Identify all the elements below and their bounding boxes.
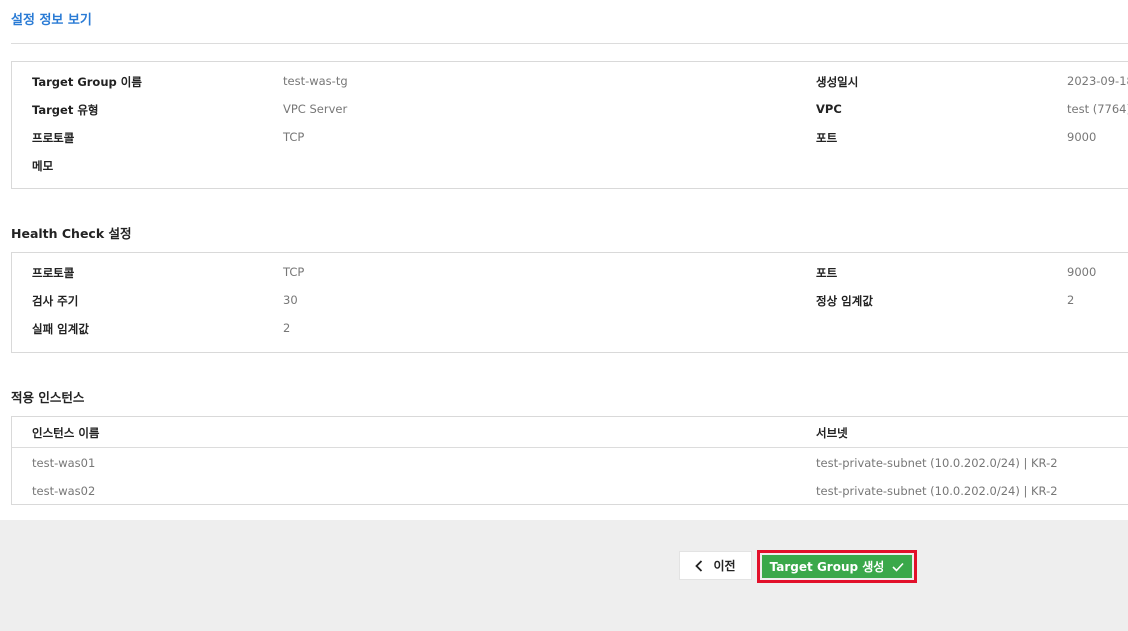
health-check-box: 프로토콜 TCP 검사 주기 30 실패 임계값 2 포트 9000 정상 임계…	[11, 252, 1128, 353]
create-target-group-button[interactable]: Target Group 생성	[762, 555, 912, 578]
hc-port-label: 포트	[816, 266, 838, 280]
hc-protocol-value: TCP	[283, 265, 305, 279]
hc-port-value: 9000	[1067, 265, 1097, 279]
tg-created-label: 생성일시	[816, 75, 859, 89]
table-header-divider	[12, 447, 1128, 448]
config-review-page: 설정 정보 보기 Target Group 이름 test-was-tg Tar…	[0, 0, 1128, 631]
tg-type-value: VPC Server	[283, 102, 348, 116]
health-check-title: Health Check 설정	[11, 226, 132, 241]
chevron-left-icon	[695, 559, 703, 572]
tg-protocol-value: TCP	[283, 130, 305, 144]
hc-interval-label: 검사 주기	[32, 294, 79, 308]
create-button-label: Target Group 생성	[769, 560, 885, 574]
tg-name-value: test-was-tg	[283, 74, 348, 88]
tg-protocol-label: 프로토콜	[32, 131, 75, 145]
page-title: 설정 정보 보기	[11, 13, 92, 28]
column-header-instance-name: 인스턴스 이름	[32, 426, 100, 440]
hc-unhealthy-threshold-label: 실패 임계값	[32, 322, 89, 336]
hc-protocol-label: 프로토콜	[32, 266, 75, 280]
title-divider	[11, 43, 1128, 44]
tg-port-label: 포트	[816, 131, 838, 145]
hc-interval-value: 30	[283, 293, 298, 307]
hc-healthy-threshold-value: 2	[1067, 293, 1075, 307]
target-group-info-box: Target Group 이름 test-was-tg Target 유형 VP…	[11, 61, 1128, 189]
table-row-instance-name: test-was01	[32, 456, 96, 470]
table-row-subnet: test-private-subnet (10.0.202.0/24) | KR…	[816, 456, 1058, 470]
prev-button-label: 이전	[713, 559, 736, 573]
footer-action-bar: 이전 Target Group 생성	[0, 520, 1128, 631]
instances-table: 인스턴스 이름 서브넷 test-was01 test-private-subn…	[11, 416, 1128, 505]
tg-type-label: Target 유형	[32, 103, 99, 117]
hc-unhealthy-threshold-value: 2	[283, 321, 291, 335]
tg-vpc-label: VPC	[816, 102, 842, 116]
tg-created-value: 2023-09-18	[1067, 74, 1128, 88]
table-row-instance-name: test-was02	[32, 484, 96, 498]
tg-port-value: 9000	[1067, 130, 1097, 144]
table-row-subnet: test-private-subnet (10.0.202.0/24) | KR…	[816, 484, 1058, 498]
prev-button[interactable]: 이전	[679, 551, 752, 580]
check-icon	[892, 562, 904, 572]
create-button-highlight: Target Group 생성	[757, 550, 917, 583]
tg-vpc-value: test (7764)	[1067, 102, 1128, 116]
hc-healthy-threshold-label: 정상 임계값	[816, 294, 873, 308]
instances-title: 적용 인스턴스	[11, 390, 85, 405]
column-header-subnet: 서브넷	[816, 426, 848, 440]
tg-name-label: Target Group 이름	[32, 75, 142, 89]
tg-memo-label: 메모	[32, 159, 54, 173]
